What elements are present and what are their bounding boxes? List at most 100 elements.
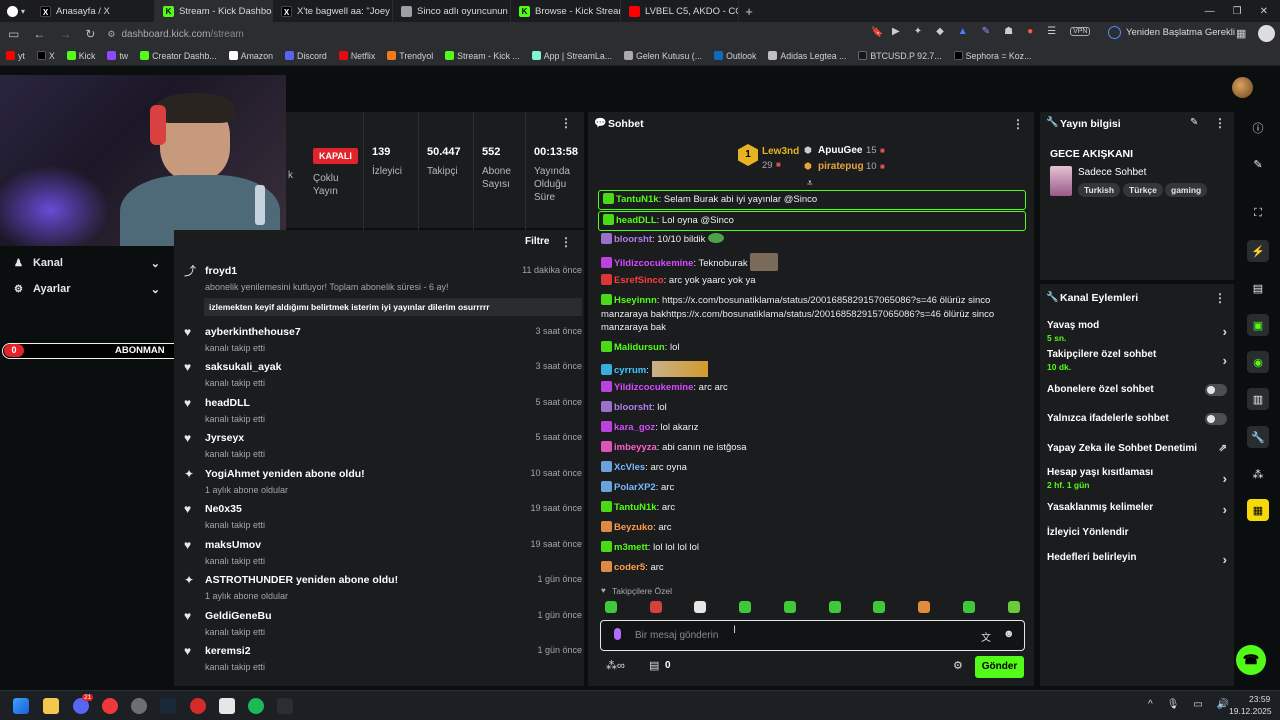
bookmark-sephora[interactable]: Sephora = Koz...: [953, 51, 1031, 61]
emote-button[interactable]: [694, 601, 706, 613]
lightning-icon[interactable]: ⚡: [1247, 240, 1269, 262]
reload-button[interactable]: ↻: [85, 27, 95, 41]
activity-item[interactable]: ♥ GeldiGeneBu kanalı takip etti 1 gün önce: [184, 610, 582, 637]
send-button[interactable]: Gönder: [975, 656, 1024, 678]
microphone-icon[interactable]: [614, 628, 621, 640]
document-icon[interactable]: ▤: [1247, 277, 1269, 299]
panel-toggle-icon[interactable]: ▭: [8, 27, 19, 41]
microphone-icon[interactable]: 🎙: [1167, 699, 1180, 710]
tab-x-home[interactable]: X Anasayfa / X: [32, 0, 155, 22]
vivaldi-icon[interactable]: [102, 698, 118, 714]
emote-button[interactable]: [784, 601, 796, 613]
channel-action-item[interactable]: Yasaklanmış kelimeler ›: [1047, 502, 1227, 528]
emote-button[interactable]: [650, 601, 662, 613]
leaderboard-user[interactable]: ApuuGee: [818, 145, 862, 156]
chat-username[interactable]: TantuN1k: [614, 502, 657, 513]
yellow-app-icon[interactable]: ▦: [1247, 499, 1269, 521]
extension-icon[interactable]: ●: [1027, 26, 1033, 37]
more-options-icon[interactable]: ⋮: [1214, 291, 1226, 305]
channel-points-icon[interactable]: ⁂∞: [606, 659, 625, 672]
app-icon[interactable]: [219, 698, 235, 714]
edit-icon[interactable]: ✎: [1190, 117, 1198, 128]
app-icon[interactable]: [190, 698, 206, 714]
tab-kick-dashboard[interactable]: KStream - Kick Dashboard: [155, 0, 273, 22]
activity-item[interactable]: ♥ ayberkinthehouse7 kanalı takip etti 3 saa…: [184, 326, 582, 353]
channel-action-item[interactable]: Yalnızca ifadelerle sohbet: [1047, 413, 1227, 439]
pen-icon[interactable]: [277, 698, 293, 714]
support-button[interactable]: ☎: [1236, 645, 1266, 675]
windows-start-icon[interactable]: [13, 698, 29, 714]
chat-username[interactable]: m3mett: [614, 542, 648, 553]
activity-item[interactable]: ♥ saksukali_ayak kanalı takip etti 3 saat ö…: [184, 361, 582, 388]
forward-button[interactable]: →: [59, 27, 71, 41]
bookmark-discord[interactable]: Discord: [284, 51, 327, 61]
activity-item[interactable]: ♥ Ne0x35 kanalı takip etti 19 saat önce: [184, 503, 582, 530]
leaderboard-user[interactable]: piratepug: [818, 161, 864, 172]
emote-button[interactable]: [873, 601, 885, 613]
more-options-icon[interactable]: ⋮: [560, 235, 572, 249]
chat-username[interactable]: PolarXP2: [614, 482, 656, 493]
user-avatar[interactable]: [1232, 77, 1253, 98]
extension-icon[interactable]: ◆: [936, 26, 944, 37]
bookmark-twitch[interactable]: tw: [107, 51, 128, 61]
tab-youtube-music[interactable]: LVBEL C5, AKDO - COOOK: [621, 0, 739, 22]
emote-button[interactable]: [605, 601, 617, 613]
tag-chip[interactable]: Turkish: [1078, 183, 1121, 197]
back-button[interactable]: ←: [33, 27, 45, 41]
chat-icon[interactable]: ▣: [1247, 314, 1269, 336]
bookmark-trendyol[interactable]: Trendyol: [387, 51, 433, 61]
extensions-icon[interactable]: ▦: [1236, 27, 1246, 40]
profile-avatar[interactable]: [1258, 25, 1275, 42]
chat-username[interactable]: imbeyyza: [614, 442, 657, 453]
toggle-switch[interactable]: [1205, 413, 1227, 425]
emote-button[interactable]: [918, 601, 930, 613]
activity-item[interactable]: ✦ ASTROTHUNDER yeniden abone oldu! 1 aylık…: [184, 574, 582, 601]
bookmark-streamlabs[interactable]: App | StreamLa...: [531, 51, 612, 61]
activity-item[interactable]: ♥ Jyrseyx kanalı takip etti 5 saat önce: [184, 432, 582, 459]
bookmark-tradingview[interactable]: BTCUSD.P 92.7...: [858, 51, 942, 61]
channel-action-item[interactable]: Yavaş mod 5 sn. ›: [1047, 320, 1227, 346]
leaderboard-user[interactable]: Lew3nd: [762, 146, 799, 157]
bookmark-inbox[interactable]: Gelen Kutusu (...: [624, 51, 702, 61]
url-field[interactable]: ⚙ dashboard.kick.com/stream: [107, 29, 857, 40]
chevron-up-icon[interactable]: ^: [1148, 699, 1153, 710]
chat-username[interactable]: Yildizcocukemine: [614, 382, 693, 393]
bookmark-icon[interactable]: 🔖: [871, 27, 883, 38]
chat-link[interactable]: https://x.com/bosunatiklama/status/20016…: [666, 309, 941, 320]
file-explorer-icon[interactable]: [43, 698, 59, 714]
emote-button[interactable]: [829, 601, 841, 613]
bookmark-netflix[interactable]: Netflix: [338, 51, 375, 61]
channel-action-item[interactable]: Abonelere özel sohbet: [1047, 384, 1227, 410]
chat-username[interactable]: Hseyinnn: [614, 295, 657, 306]
extension-icon[interactable]: ☰: [1047, 26, 1056, 37]
chat-username[interactable]: XcVles: [614, 462, 645, 473]
activity-item[interactable]: ♥ headDLL kanalı takip etti 5 saat önce: [184, 397, 582, 424]
edit-icon[interactable]: ✎: [1247, 153, 1269, 175]
category-name[interactable]: Sadece Sohbet: [1078, 167, 1146, 178]
gear-icon[interactable]: ⚙: [953, 659, 963, 672]
extension-icon[interactable]: ✎: [982, 26, 990, 37]
channel-action-item[interactable]: Yapay Zeka ile Sohbet Denetimi ⇗: [1047, 443, 1227, 469]
maximize-button[interactable]: ❐: [1233, 6, 1242, 17]
bookmark-adidas[interactable]: Adidas Legtea ...: [768, 51, 846, 61]
chat-username[interactable]: coder5: [614, 562, 645, 573]
tab-x-post[interactable]: XX'te bagwell aa: "Joey Veer: [273, 0, 393, 22]
channel-action-item[interactable]: Hesap yaşı kısıtlaması 2 hf. 1 gün ›: [1047, 467, 1227, 493]
extension-icon[interactable]: ✦: [914, 26, 922, 37]
translate-icon[interactable]: 文: [981, 629, 991, 644]
channel-action-item[interactable]: İzleyici Yönlendir: [1047, 527, 1227, 553]
bookmark-creator-dashboard[interactable]: Creator Dashb...: [140, 51, 217, 61]
chat-username[interactable]: Beyzuko: [614, 522, 653, 533]
tab-kick-browse[interactable]: KBrowse - Kick Streaming: [511, 0, 621, 22]
channel-action-item[interactable]: Hedefleri belirleyin ›: [1047, 552, 1227, 578]
tab-sinco-profile[interactable]: Sinco adlı oyuncunun kişis: [393, 0, 511, 22]
display-icon[interactable]: ▭: [1193, 699, 1202, 710]
wrench-icon[interactable]: 🔧: [1247, 426, 1269, 448]
fullscreen-icon[interactable]: ⛶: [1247, 202, 1269, 224]
chat-input[interactable]: Bir mesaj gönderin 文 ☻: [600, 620, 1025, 651]
extension-icon[interactable]: ▶: [892, 26, 900, 37]
close-window-button[interactable]: ✕: [1260, 6, 1268, 17]
chat-username[interactable]: EsrefSinco: [614, 275, 664, 286]
activity-item[interactable]: ♥ keremsi2 kanalı takip etti 1 gün önce: [184, 645, 582, 672]
emote-button[interactable]: [1008, 601, 1020, 613]
